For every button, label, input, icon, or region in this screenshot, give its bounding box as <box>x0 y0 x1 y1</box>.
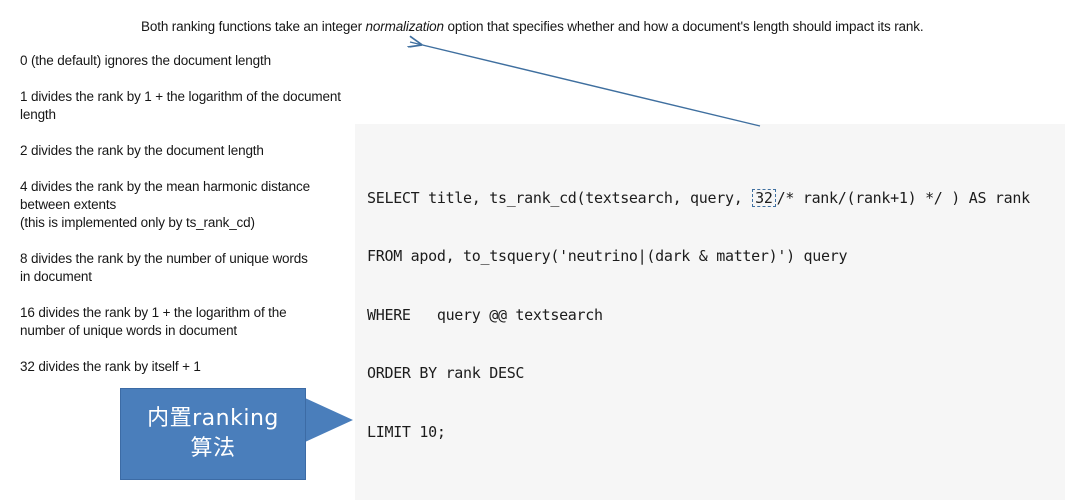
sql-console-panel: SELECT title, ts_rank_cd(textsearch, que… <box>355 124 1065 500</box>
list-item-option-16: 16 divides the rank by 1 + the logarithm… <box>20 304 355 340</box>
normalization-value-highlight: 32 <box>752 188 776 207</box>
callout-line-2: 算法 <box>190 436 236 461</box>
sql-line-4: ORDER BY rank DESC <box>367 364 525 382</box>
sql-line-1: SELECT title, ts_rank_cd(textsearch, que… <box>367 188 1065 209</box>
option-8-line2: in document <box>20 269 92 284</box>
callout-box-ranking-algorithm: 内置ranking 算法 <box>120 388 306 480</box>
sql-line-2: FROM apod, to_tsquery('neutrino|(dark & … <box>367 247 848 265</box>
list-item-option-0: 0 (the default) ignores the document len… <box>20 52 355 70</box>
arrow-line <box>410 42 761 127</box>
option-0-line1: 0 (the default) ignores the document len… <box>20 53 271 68</box>
list-item-option-2: 2 divides the rank by the document lengt… <box>20 142 355 160</box>
sql-console-content: SELECT title, ts_rank_cd(textsearch, que… <box>355 124 1065 500</box>
option-16-line2: number of unique words in document <box>20 323 238 338</box>
option-1-line1: 1 divides the rank by 1 + the logarithm … <box>20 89 341 122</box>
option-16-line1: 16 divides the rank by 1 + the logarithm… <box>20 305 287 320</box>
option-4-line1: 4 divides the rank by the mean harmonic … <box>20 179 310 194</box>
sql-line-1-pre: SELECT title, ts_rank_cd(textsearch, que… <box>367 188 743 207</box>
option-2-line1: 2 divides the rank by the document lengt… <box>20 143 264 158</box>
list-item-option-4: 4 divides the rank by the mean harmonic … <box>20 178 355 232</box>
option-32-line1: 32 divides the rank by itself + 1 <box>20 359 201 374</box>
list-item-option-1: 1 divides the rank by 1 + the logarithm … <box>20 88 355 124</box>
list-item-option-8: 8 divides the rank by the number of uniq… <box>20 250 355 286</box>
intro-text-after: option that specifies whether and how a … <box>443 19 924 34</box>
intro-sentence: Both ranking functions take an integer n… <box>141 18 1021 35</box>
list-item-option-32: 32 divides the rank by itself + 1 <box>20 358 355 376</box>
intro-emphasis-normalization: normalization <box>365 19 444 34</box>
sql-line-3: WHERE query @@ textsearch <box>367 305 603 324</box>
sql-line-1-post: /* rank/(rank+1) */ ) AS rank <box>776 188 1031 207</box>
option-4-line3: (this is implemented only by ts_rank_cd) <box>20 215 255 230</box>
sql-line-5: LIMIT 10; <box>367 422 446 441</box>
callout-tail <box>305 398 353 442</box>
callout-text: 内置ranking 算法 <box>147 404 279 464</box>
intro-text-before: Both ranking functions take an integer <box>141 19 366 34</box>
normalization-options-list: 0 (the default) ignores the document len… <box>20 52 355 394</box>
option-4-line2: between extents <box>20 197 117 212</box>
callout-line-1: 内置ranking <box>147 406 279 431</box>
option-8-line1: 8 divides the rank by the number of uniq… <box>20 251 308 266</box>
